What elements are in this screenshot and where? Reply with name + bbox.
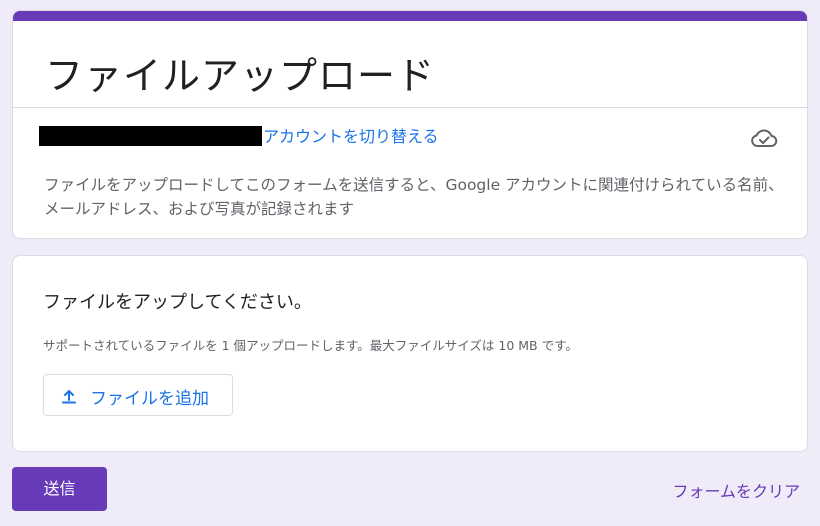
add-file-button[interactable]: ファイルを追加: [43, 374, 233, 416]
clear-form-link[interactable]: フォームをクリア: [672, 478, 800, 502]
add-file-label: ファイルを追加: [90, 389, 209, 409]
question-title: ファイルをアップしてください。: [43, 292, 312, 313]
form-header-card: ファイルアップロード アカウントを切り替える ファイルをアップロードしてこのフォ…: [12, 10, 808, 239]
switch-account-link[interactable]: アカウントを切り替える: [263, 123, 439, 147]
form-title: ファイルアップロード: [45, 54, 436, 98]
account-email-redacted: [39, 126, 262, 146]
header-accent-bar: [13, 11, 807, 21]
submit-button[interactable]: 送信: [12, 467, 107, 511]
account-notice: ファイルをアップロードしてこのフォームを送信すると、Google アカウントに関…: [44, 176, 784, 218]
question-help-text: サポートされているファイルを 1 個アップロードします。最大ファイルサイズは 1…: [43, 338, 578, 353]
header-divider: [13, 107, 807, 108]
question-card: ファイルをアップしてください。 サポートされているファイルを 1 個アップロード…: [12, 255, 808, 452]
form-page: ファイルアップロード アカウントを切り替える ファイルをアップロードしてこのフォ…: [0, 0, 820, 526]
cloud-done-icon: [751, 129, 778, 147]
upload-icon: [62, 390, 76, 404]
